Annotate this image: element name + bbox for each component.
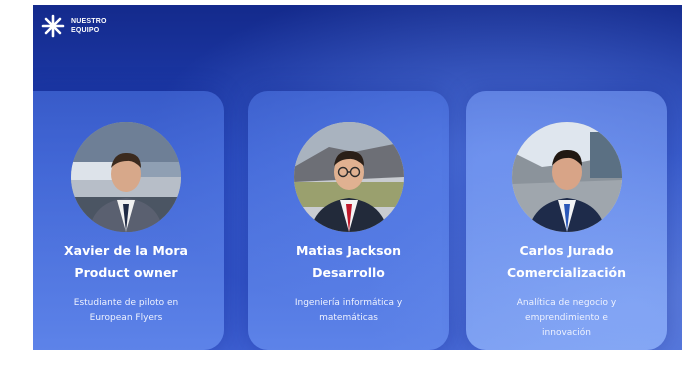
member-description: Estudiante de piloto en European Flyers [38,296,214,326]
brand-title: NUESTRO EQUIPO [71,17,107,35]
member-role: Comercialización [506,265,627,280]
member-photo [71,122,181,232]
team-slide: NUESTRO EQUIPO Xavier de la Mora Product… [33,5,682,350]
member-description: Ingeniería informática y matemáticas [258,296,439,326]
member-name: Xavier de la Mora [64,243,188,258]
member-description: Analítica de negocio y emprendimiento e … [476,296,657,341]
member-role: Desarrollo [312,265,385,280]
member-photo [511,122,622,232]
member-description-line: European Flyers [89,313,163,323]
member-description-line: Estudiante de piloto en [73,298,179,308]
team-card-xavier: Xavier de la Mora Product owner Estudian… [33,91,224,350]
member-description-line: matemáticas [319,313,378,323]
asterisk-icon [41,14,65,38]
brand-line-2: EQUIPO [71,27,100,34]
member-role: Product owner [74,265,178,280]
team-card-matias: Matias Jackson Desarrollo Ingeniería inf… [248,91,449,350]
member-description-line: innovación [542,328,591,338]
brand: NUESTRO EQUIPO [41,14,107,38]
member-description-line: Analítica de negocio y [516,298,617,308]
member-description-line: Ingeniería informática y [294,298,403,308]
member-photo [293,122,404,232]
team-card-carlos: Carlos Jurado Comercialización Analítica… [466,91,667,350]
member-name: Carlos Jurado [519,243,614,258]
brand-line-1: NUESTRO [71,18,107,25]
member-name: Matias Jackson [295,243,402,258]
member-description-line: emprendimiento e [525,313,608,323]
